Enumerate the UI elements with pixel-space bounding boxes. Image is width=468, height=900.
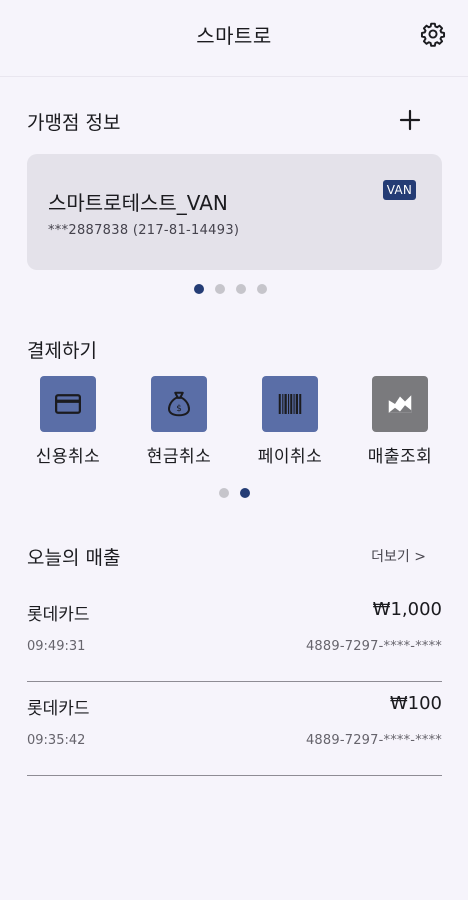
- sale-amount: ₩100: [389, 693, 442, 714]
- pay-cancel-label: 페이취소: [257, 447, 323, 467]
- sales-inquiry-button[interactable]: 매출조회: [350, 376, 450, 467]
- sale-card-number: 4889-7297-****-****: [305, 733, 442, 748]
- pager-dot[interactable]: [257, 284, 267, 294]
- payment-section-title: 결제하기: [27, 340, 97, 362]
- merchant-business-number: ***2887838 (217-81-14493): [48, 223, 240, 238]
- pager-dot[interactable]: [219, 488, 229, 498]
- plus-icon[interactable]: [398, 108, 422, 132]
- sale-amount: ₩1,000: [372, 599, 442, 620]
- sales-inquiry-label: 매출조회: [367, 447, 433, 467]
- cash-cancel-button[interactable]: $ 현금취소: [129, 376, 229, 467]
- cash-cancel-label: 현금취소: [146, 447, 212, 467]
- sale-time: 09:49:31: [27, 639, 86, 654]
- payment-pager: [219, 488, 250, 498]
- sale-card-name: 롯데카드: [27, 605, 90, 625]
- pager-dot[interactable]: [240, 488, 250, 498]
- merchant-card[interactable]: 스마트로테스트_VAN ***2887838 (217-81-14493) VA…: [27, 154, 442, 270]
- credit-cancel-button[interactable]: 신용취소: [18, 376, 118, 467]
- sale-card-name: 롯데카드: [27, 699, 90, 719]
- money-bag-icon: $: [151, 376, 207, 432]
- merchant-section-title: 가맹점 정보: [27, 112, 121, 134]
- pager-dot[interactable]: [236, 284, 246, 294]
- sale-row[interactable]: 롯데카드 ₩100 09:35:42 4889-7297-****-****: [27, 679, 442, 776]
- pager-dot[interactable]: [215, 284, 225, 294]
- chart-icon: [372, 376, 428, 432]
- pager-dot[interactable]: [194, 284, 204, 294]
- sale-time: 09:35:42: [27, 733, 86, 748]
- pay-cancel-button[interactable]: 페이취소: [240, 376, 340, 467]
- sales-section-title: 오늘의 매출: [27, 547, 121, 569]
- van-badge: VAN: [382, 180, 416, 200]
- more-link[interactable]: 더보기 >: [371, 546, 426, 566]
- merchant-pager: [194, 284, 267, 294]
- credit-card-icon: [40, 376, 96, 432]
- sale-card-number: 4889-7297-****-****: [305, 639, 442, 654]
- credit-cancel-label: 신용취소: [35, 447, 101, 467]
- gear-icon[interactable]: [420, 21, 446, 47]
- app-header: 스마트로: [0, 0, 468, 77]
- barcode-icon: [262, 376, 318, 432]
- svg-text:$: $: [176, 404, 182, 414]
- sale-row[interactable]: 롯데카드 ₩1,000 09:49:31 4889-7297-****-****: [27, 585, 442, 682]
- app-title: 스마트로: [196, 24, 272, 48]
- merchant-name: 스마트로테스트_VAN: [48, 191, 228, 215]
